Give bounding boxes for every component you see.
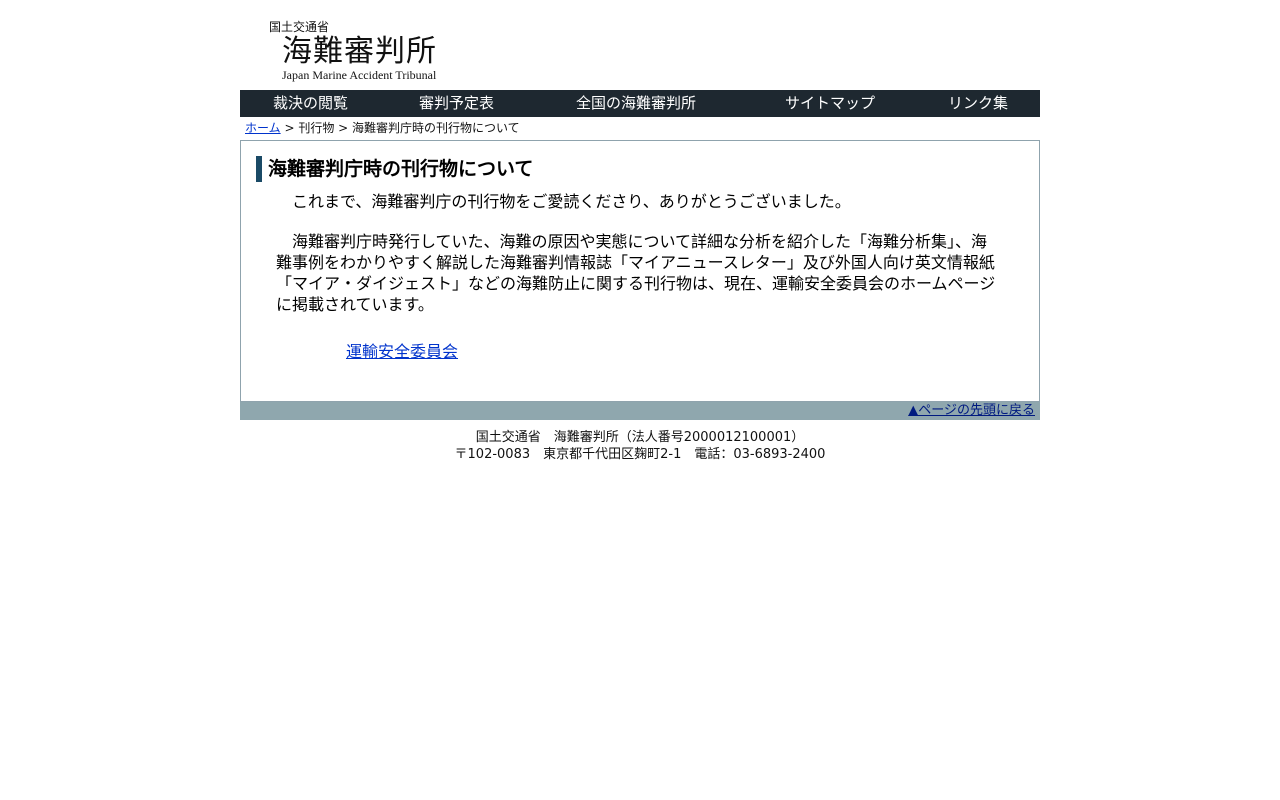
logo-english-text: Japan Marine Accident Tribunal bbox=[282, 68, 437, 82]
breadcrumb-publications: 刊行物 bbox=[298, 121, 335, 135]
description-paragraph: 海難審判庁時発行していた、海難の原因や実態について詳細な分析を紹介した「海難分析… bbox=[276, 232, 996, 314]
jtsb-link[interactable]: 運輸安全委員会 bbox=[346, 341, 458, 363]
nav-item-tribunals[interactable]: 全国の海難審判所 bbox=[576, 90, 696, 117]
nav-item-links[interactable]: リンク集 bbox=[948, 90, 1008, 117]
site-footer: 国土交通省 海難審判所（法人番号2000012100001） 〒102-0083… bbox=[240, 420, 1040, 463]
site-header: 国土交通省 海難審判所 Japan Marine Accident Tribun… bbox=[240, 0, 1040, 90]
logo-ministry-text: 国土交通省 bbox=[269, 20, 330, 34]
breadcrumb-home-link[interactable]: ホーム bbox=[245, 121, 281, 135]
main-content: 海難審判庁時の刊行物について これまで、海難審判庁の刊行物をご愛読くださり、あり… bbox=[240, 140, 1040, 402]
site-logo[interactable]: 国土交通省 海難審判所 Japan Marine Accident Tribun… bbox=[269, 20, 437, 81]
page-title: 海難審判庁時の刊行物について bbox=[256, 156, 533, 182]
breadcrumb-current: 海難審判庁時の刊行物について bbox=[352, 121, 520, 135]
breadcrumb-separator: > bbox=[280, 121, 299, 135]
logo-title-text: 海難審判所 bbox=[282, 34, 437, 69]
nav-item-sitemap[interactable]: サイトマップ bbox=[785, 90, 875, 117]
breadcrumb: ホーム > 刊行物 > 海難審判庁時の刊行物について bbox=[240, 117, 1040, 139]
back-to-top-link[interactable]: ▲ページの先頭に戻る bbox=[908, 403, 1035, 418]
nav-item-schedule[interactable]: 審判予定表 bbox=[419, 90, 494, 117]
nav-item-rulings[interactable]: 裁決の閲覧 bbox=[273, 90, 348, 117]
breadcrumb-separator: > bbox=[334, 121, 353, 135]
global-nav: 裁決の閲覧 審判予定表 全国の海難審判所 サイトマップ リンク集 bbox=[240, 90, 1040, 117]
intro-paragraph: これまで、海難審判庁の刊行物をご愛読くださり、ありがとうございました。 bbox=[292, 192, 851, 211]
footer-org-line: 国土交通省 海難審判所（法人番号2000012100001） bbox=[475, 430, 805, 445]
page-wrapper: 国土交通省 海難審判所 Japan Marine Accident Tribun… bbox=[240, 0, 1040, 463]
page-top-bar: ▲ページの先頭に戻る bbox=[240, 402, 1040, 420]
footer-address-line: 〒102-0083 東京都千代田区麹町2-1 電話：03-6893-2400 bbox=[454, 447, 826, 462]
